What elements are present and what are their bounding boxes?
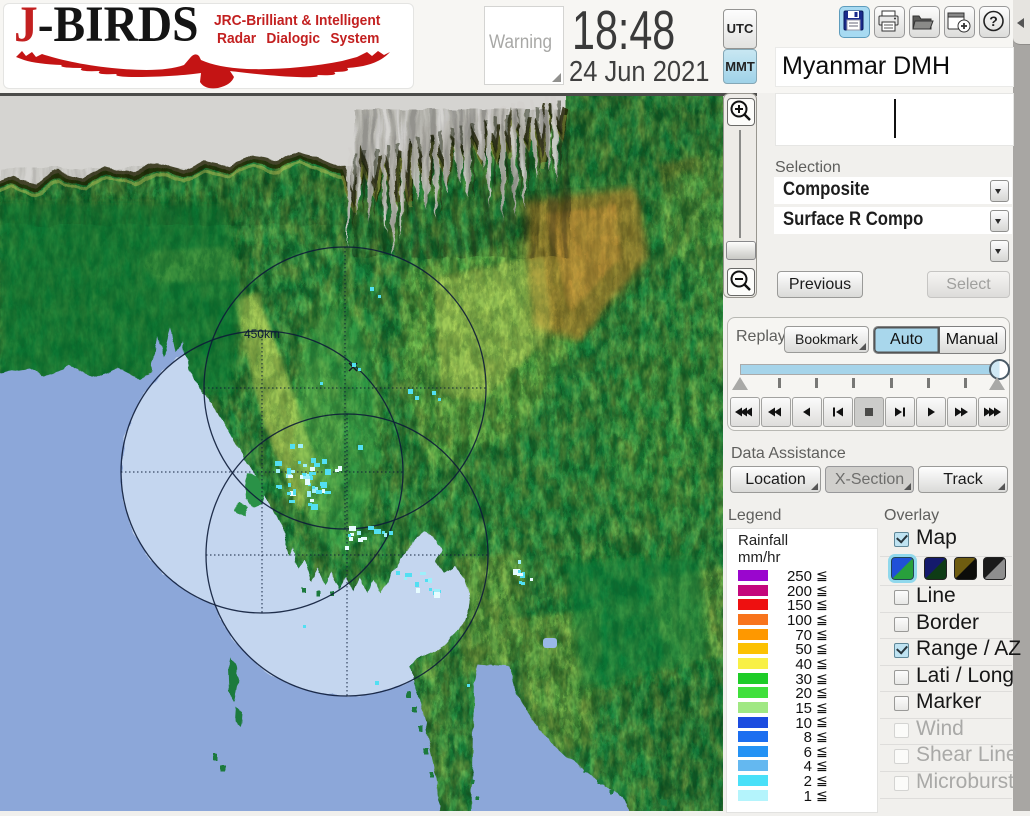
svg-text:450km: 450km <box>244 327 280 341</box>
svg-text:?: ? <box>989 13 998 29</box>
